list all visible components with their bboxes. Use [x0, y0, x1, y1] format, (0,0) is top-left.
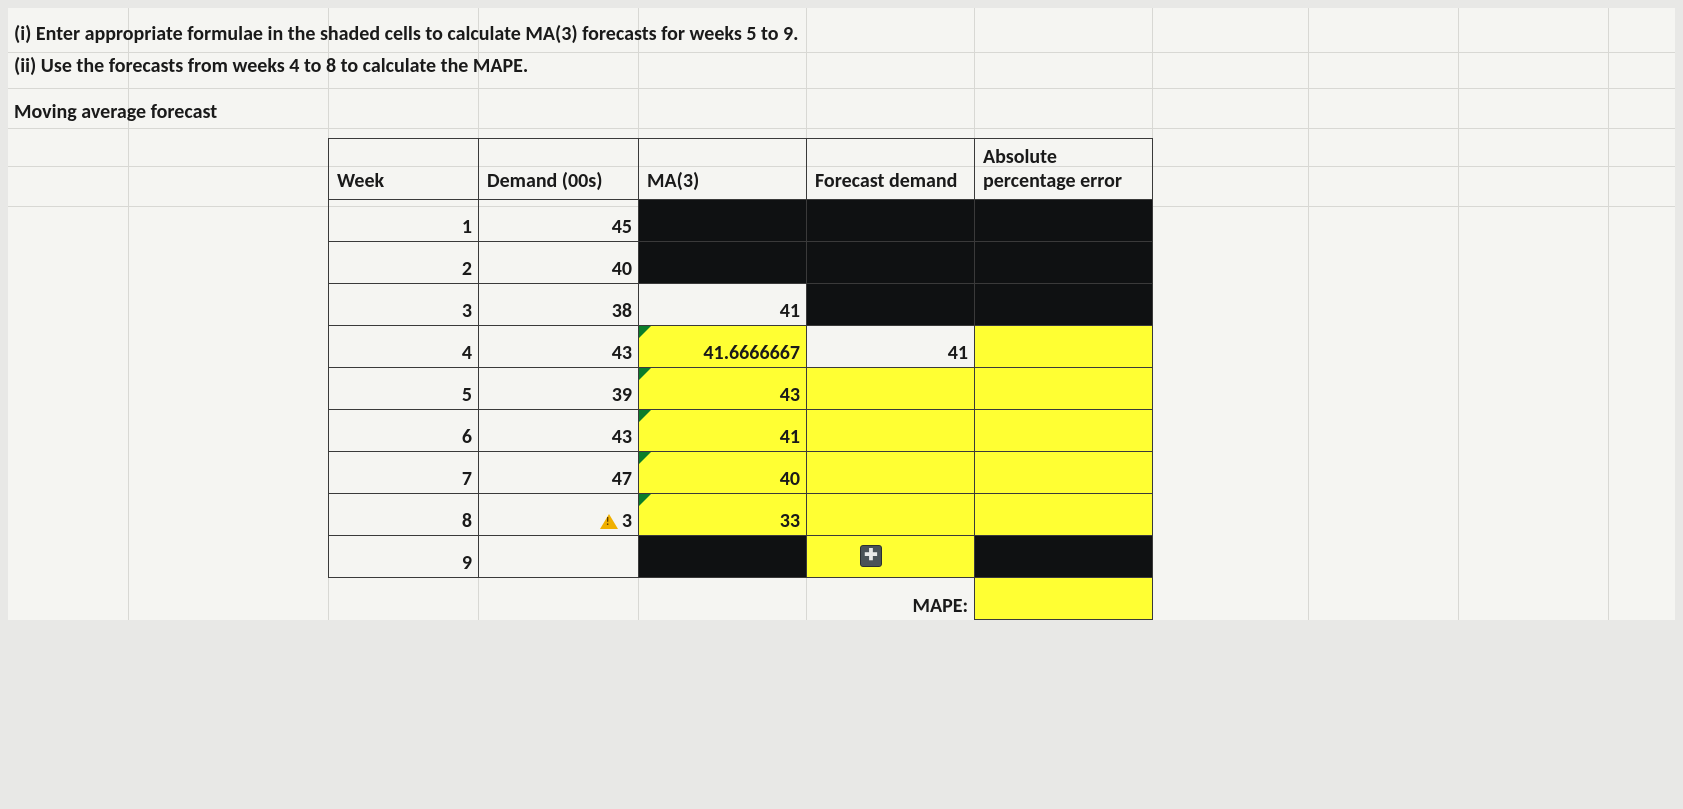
cell-week[interactable]: 6 — [329, 410, 479, 452]
table-row: 6 43 41 — [329, 410, 1153, 452]
cell-demand-value: 47 — [612, 467, 632, 491]
cell-demand-value: 3 — [622, 509, 632, 533]
cell-ape[interactable] — [975, 368, 1153, 410]
cell-demand-value: 40 — [612, 257, 632, 281]
header-row: Week Demand (00s) MA(3) Forecast demand … — [329, 139, 1153, 200]
cell-demand-value: 38 — [612, 299, 632, 323]
cell-ma3[interactable]: 43 — [639, 368, 807, 410]
instructions-block: (i) Enter appropriate formulae in the sh… — [8, 8, 1675, 88]
cell-forecast-demand[interactable]: 41 — [807, 326, 975, 368]
cell-ma3[interactable]: ✚ — [639, 536, 807, 578]
table-row: 1 45 — [329, 200, 1153, 242]
cell-ape[interactable] — [975, 536, 1153, 578]
cell-ape[interactable] — [975, 452, 1153, 494]
cell-forecast-demand[interactable] — [807, 242, 975, 284]
header-demand[interactable]: Demand (00s) — [479, 139, 639, 200]
cell-demand[interactable]: 43 — [479, 326, 639, 368]
cell-demand-value: 45 — [612, 215, 632, 239]
cell-demand[interactable]: 45 — [479, 200, 639, 242]
cell-demand[interactable]: 43 — [479, 410, 639, 452]
cell-ma3[interactable]: 40 — [639, 452, 807, 494]
table-container: Week Demand (00s) MA(3) Forecast demand … — [8, 138, 1675, 620]
cell-demand[interactable]: 3 — [479, 494, 639, 536]
cell-week[interactable]: 3 — [329, 284, 479, 326]
header-ma3[interactable]: MA(3) — [639, 139, 807, 200]
cell-demand[interactable]: 40 — [479, 242, 639, 284]
cell-demand[interactable]: 39 — [479, 368, 639, 410]
table-row: 4 43 41.666666741 — [329, 326, 1153, 368]
cell-week[interactable]: 9 — [329, 536, 479, 578]
table-row: 2 40 — [329, 242, 1153, 284]
cell-demand-value: 39 — [612, 383, 632, 407]
cell-week[interactable]: 7 — [329, 452, 479, 494]
cell-ape[interactable] — [975, 410, 1153, 452]
cell-ape[interactable] — [975, 494, 1153, 536]
mape-label: MAPE: — [807, 578, 975, 620]
cell-demand-value: 43 — [612, 341, 632, 365]
cell-ma3[interactable]: 41.6666667 — [639, 326, 807, 368]
cell-ape[interactable] — [975, 242, 1153, 284]
cell-week[interactable]: 2 — [329, 242, 479, 284]
table-row: 5 39 43 — [329, 368, 1153, 410]
cell-ma3[interactable]: 41 — [639, 284, 807, 326]
cell-forecast-demand[interactable] — [807, 284, 975, 326]
spreadsheet-sheet: (i) Enter appropriate formulae in the sh… — [8, 8, 1675, 620]
table-row: 8333 — [329, 494, 1153, 536]
cell-week[interactable]: 8 — [329, 494, 479, 536]
cell-ma3[interactable]: 33 — [639, 494, 807, 536]
table-row: 9✚ — [329, 536, 1153, 578]
cell-ape[interactable] — [975, 200, 1153, 242]
cell-ape[interactable] — [975, 284, 1153, 326]
table-row: 7 47 40 — [329, 452, 1153, 494]
cell-forecast-demand[interactable] — [807, 536, 975, 578]
warning-icon — [600, 514, 618, 529]
header-ape[interactable]: Absolute percentage error — [975, 139, 1153, 200]
cell-ape[interactable] — [975, 326, 1153, 368]
cell-ma3[interactable] — [639, 200, 807, 242]
table-row: 3 38 41 — [329, 284, 1153, 326]
header-forecast-demand[interactable]: Forecast demand — [807, 139, 975, 200]
cell-forecast-demand[interactable] — [807, 452, 975, 494]
cell-forecast-demand[interactable] — [807, 200, 975, 242]
mape-row: MAPE: — [329, 578, 1153, 620]
cell-forecast-demand[interactable] — [807, 494, 975, 536]
cell-ma3[interactable] — [639, 242, 807, 284]
cell-week[interactable]: 4 — [329, 326, 479, 368]
fill-handle-icon[interactable]: ✚ — [860, 545, 882, 567]
cell-forecast-demand[interactable] — [807, 368, 975, 410]
cell-week[interactable]: 1 — [329, 200, 479, 242]
header-week[interactable]: Week — [329, 139, 479, 200]
cell-forecast-demand[interactable] — [807, 410, 975, 452]
cell-week[interactable]: 5 — [329, 368, 479, 410]
section-title: Moving average forecast — [8, 88, 1675, 138]
cell-ma3[interactable]: 41 — [639, 410, 807, 452]
instruction-line-2: (ii) Use the forecasts from weeks 4 to 8… — [14, 50, 1669, 82]
mape-value-cell[interactable] — [975, 578, 1153, 620]
forecast-table: Week Demand (00s) MA(3) Forecast demand … — [328, 138, 1153, 620]
instruction-line-1: (i) Enter appropriate formulae in the sh… — [14, 18, 1669, 50]
cell-demand[interactable]: 47 — [479, 452, 639, 494]
cell-demand-value: 43 — [612, 425, 632, 449]
cell-demand[interactable]: 38 — [479, 284, 639, 326]
cell-demand[interactable] — [479, 536, 639, 578]
